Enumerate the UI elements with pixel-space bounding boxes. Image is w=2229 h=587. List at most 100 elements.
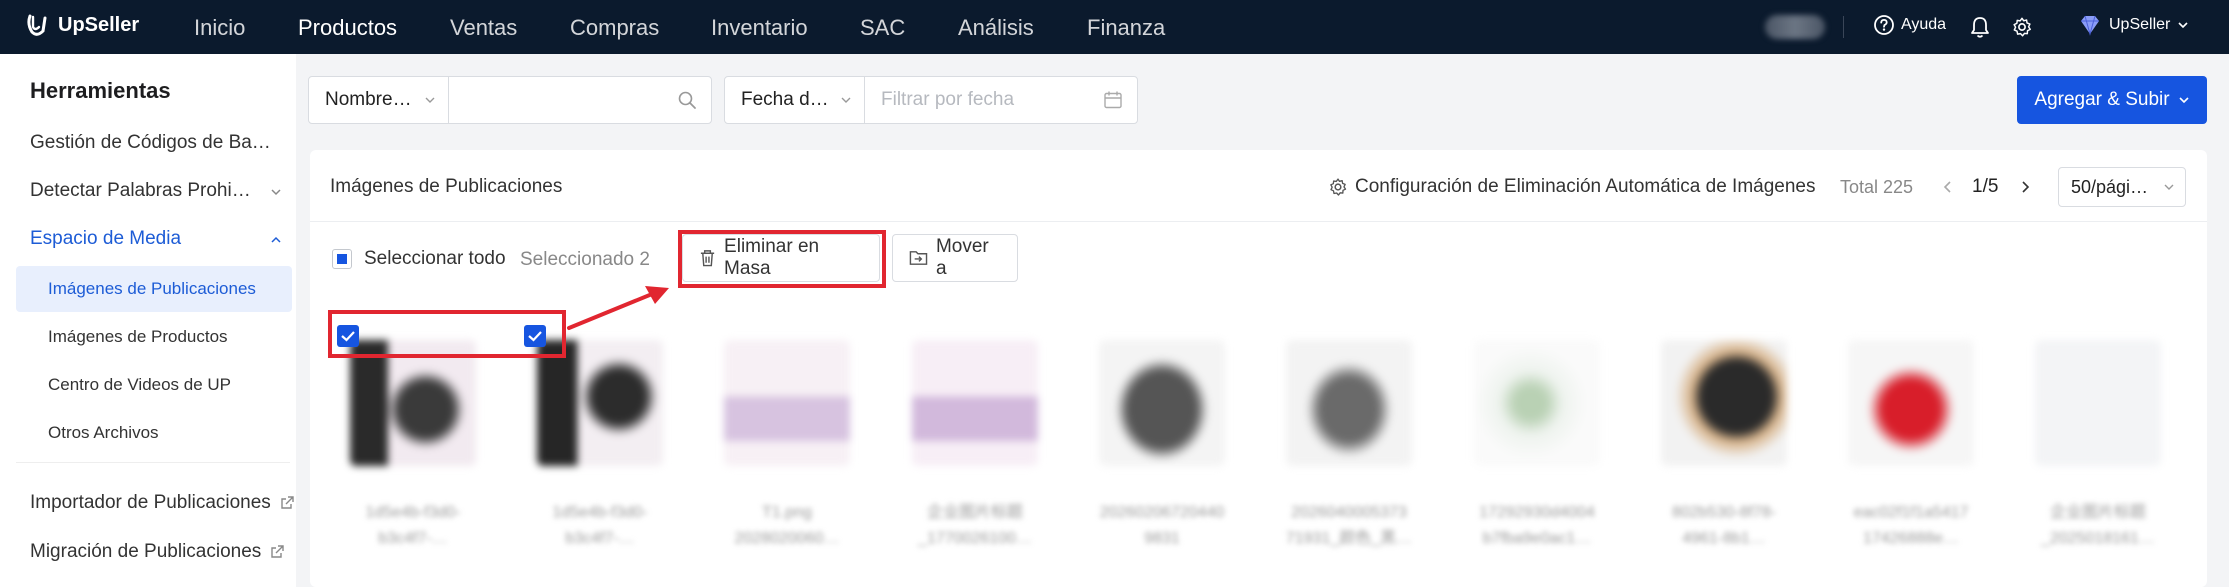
name-field-select-value: Nombre…: [325, 89, 412, 110]
selected-count: Seleccionado 2: [520, 249, 650, 270]
caption-line: _1770026100…: [918, 530, 1032, 547]
caption-line: 17292930d4004: [1479, 504, 1595, 521]
name-field-select[interactable]: Nombre…: [309, 77, 449, 123]
auto-delete-config-label: Configuración de Eliminación Automática …: [1355, 176, 1816, 197]
nav-sac[interactable]: SAC: [860, 15, 905, 41]
date-filter-placeholder: Filtrar por fecha: [881, 89, 1015, 110]
auto-delete-config-link[interactable]: Configuración de Eliminación Automática …: [1328, 176, 1816, 198]
chevron-down-icon: [2164, 184, 2174, 190]
caption-line: 71931_颜色_黑…: [1285, 530, 1413, 547]
user-menu[interactable]: UpSeller: [2078, 14, 2189, 36]
nav-inventario[interactable]: Inventario: [711, 15, 808, 41]
nav-ventas[interactable]: Ventas: [450, 15, 517, 41]
chevron-right-icon[interactable]: [2018, 180, 2032, 194]
sidebar-subitem-other-files[interactable]: Otros Archivos: [48, 423, 159, 443]
image-caption: 1d5e4b-f3d0- b3c4f7-…: [343, 500, 483, 552]
chevron-left-icon[interactable]: [1941, 180, 1955, 194]
image-thumbnail[interactable]: [350, 340, 476, 466]
date-type-select[interactable]: Fecha d…: [725, 77, 865, 123]
image-caption: eac02f1f1a5417 17426888e…: [1841, 500, 1981, 552]
sidebar: Herramientas Gestión de Códigos de Ba… D…: [0, 54, 296, 587]
annotation-highlight-checkboxes: [328, 310, 566, 358]
image-caption: 1d5e4b-f3d0- b3c4f7-…: [530, 500, 670, 552]
image-caption: 2026040005373 71931_颜色_黑…: [1279, 500, 1419, 552]
calendar-icon: [1104, 91, 1122, 109]
external-link-icon: [271, 545, 284, 558]
date-type-select-value: Fecha d…: [741, 89, 829, 110]
nav-productos[interactable]: Productos: [298, 15, 397, 41]
select-all-label: Seleccionar todo: [364, 248, 506, 269]
image-caption: 17292930d4004 b7fba9e0ac1…: [1467, 500, 1607, 552]
sidebar-item-forbidden-words[interactable]: Detectar Palabras Prohi…: [30, 180, 251, 202]
image-thumbnail[interactable]: [1099, 340, 1225, 466]
annotation-highlight-bulk-delete: [678, 230, 886, 288]
brand-logo[interactable]: UpSeller: [24, 12, 139, 38]
image-thumbnail[interactable]: [1848, 340, 1974, 466]
sidebar-item-barcodes[interactable]: Gestión de Códigos de Ba…: [30, 132, 271, 154]
sidebar-item-label: Detectar Palabras Prohi…: [30, 180, 251, 201]
sidebar-item-listing-migration[interactable]: Migración de Publicaciones: [30, 541, 285, 563]
diamond-icon: [2081, 15, 2099, 36]
image-thumbnail[interactable]: [1286, 340, 1412, 466]
caption-line: 2026040005373: [1291, 504, 1407, 521]
image-thumbnail[interactable]: [912, 340, 1038, 466]
caption-line: 企业图片标题: [926, 504, 1023, 521]
sidebar-title: Herramientas: [30, 78, 171, 103]
image-caption: 802b530-8f78- 4961-8b1…: [1654, 500, 1794, 552]
nav-analisis[interactable]: Análisis: [958, 15, 1034, 41]
folder-move-icon: [909, 251, 928, 265]
help-icon: [1874, 15, 1894, 35]
top-navbar: UpSeller Inicio Productos Ventas Compras…: [0, 0, 2229, 54]
caption-line: 2028020060…: [734, 530, 840, 547]
image-thumbnail[interactable]: [1474, 340, 1600, 466]
caption-line: 企业图片标题: [2049, 504, 2146, 521]
sidebar-subitem-listing-images[interactable]: Imágenes de Publicaciones: [16, 266, 292, 312]
image-caption: 企业图片标题 _1770026100…: [905, 500, 1045, 552]
panel-header: Imágenes de Publicaciones Configuración …: [310, 150, 2207, 222]
move-to-button[interactable]: Mover a: [892, 234, 1018, 282]
nav-finanza[interactable]: Finanza: [1087, 15, 1165, 41]
nav-compras[interactable]: Compras: [570, 15, 659, 41]
image-caption: T1.png 2028020060…: [717, 500, 857, 552]
caption-line: b7fba9e0ac1…: [1482, 530, 1592, 547]
sidebar-item-listing-importer[interactable]: Importador de Publicaciones: [30, 492, 295, 514]
chevron-up-icon[interactable]: [270, 234, 282, 246]
topbar-divider: [1843, 16, 1844, 38]
date-filter-input[interactable]: Filtrar por fecha: [865, 77, 1137, 123]
caption-line: 802b530-8f78-: [1671, 504, 1777, 521]
name-search-input[interactable]: [449, 77, 711, 123]
sidebar-subitem-product-images[interactable]: Imágenes de Productos: [48, 327, 228, 347]
caption-line: 17426888e…: [1862, 530, 1960, 547]
select-all-check-indicator: [332, 249, 352, 269]
image-thumbnail[interactable]: [724, 340, 850, 466]
gear-icon[interactable]: [2011, 15, 2033, 39]
caption-line: eac02f1f1a5417: [1853, 504, 1969, 521]
caption-line: b3c4f7-…: [565, 530, 635, 547]
chevron-down-icon: [425, 97, 435, 103]
chevron-down-icon[interactable]: [270, 186, 282, 198]
add-upload-button[interactable]: Agregar & Subir: [2017, 76, 2207, 124]
image-thumbnail[interactable]: [537, 340, 663, 466]
sidebar-item-media-space[interactable]: Espacio de Media: [30, 228, 181, 250]
brand-name: UpSeller: [58, 13, 140, 36]
upseller-logo-icon: [27, 14, 47, 36]
move-to-label: Mover a: [935, 236, 989, 279]
image-thumbnail[interactable]: [2035, 340, 2161, 466]
gear-icon: [1330, 178, 1347, 196]
help-link[interactable]: Ayuda: [1873, 14, 1946, 36]
sidebar-subitem-video-center[interactable]: Centro de Videos de UP: [48, 375, 231, 395]
external-link-icon: [281, 496, 294, 509]
user-name: UpSeller: [2109, 16, 2171, 33]
search-icon[interactable]: [677, 90, 697, 110]
nav-inicio[interactable]: Inicio: [194, 15, 245, 41]
bell-icon[interactable]: [1969, 15, 1991, 39]
image-thumbnail[interactable]: [1661, 340, 1787, 466]
sidebar-item-label: Importador de Publicaciones: [30, 492, 271, 513]
sidebar-divider: [16, 462, 290, 463]
chevron-down-icon: [2179, 97, 2189, 104]
page-size-select[interactable]: 50/pági…: [2058, 167, 2186, 207]
image-caption: 20260206720440 9831: [1092, 500, 1232, 552]
caption-line: T1.png: [762, 504, 812, 521]
select-all-checkbox[interactable]: Seleccionar todo: [332, 248, 506, 270]
name-search-group: Nombre…: [308, 76, 712, 124]
